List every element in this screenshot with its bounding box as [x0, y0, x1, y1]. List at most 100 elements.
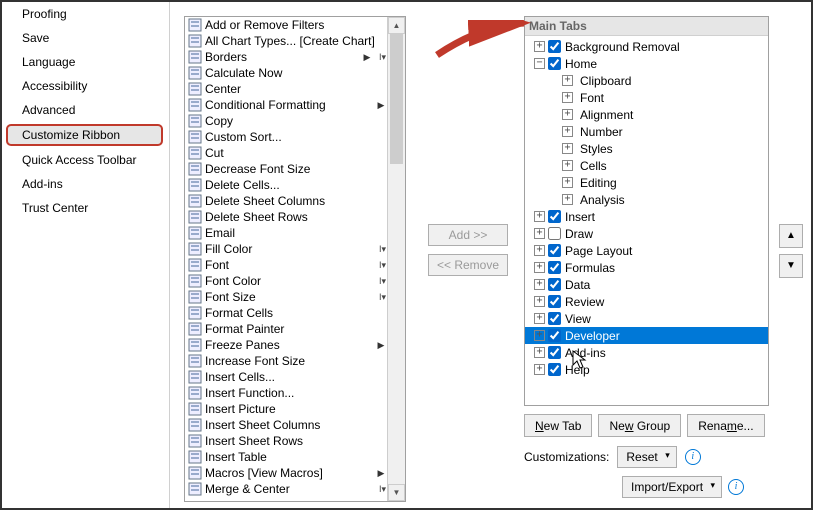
expand-toggle-icon[interactable]: + — [562, 160, 573, 171]
expand-toggle-icon[interactable]: − — [534, 58, 545, 69]
tab-checkbox[interactable] — [548, 346, 561, 359]
command-item[interactable]: Delete Sheet Rows — [185, 209, 388, 225]
expand-toggle-icon[interactable]: + — [562, 143, 573, 154]
expand-toggle-icon[interactable]: + — [562, 75, 573, 86]
scroll-down-button[interactable]: ▼ — [388, 484, 405, 501]
tab-checkbox[interactable] — [548, 278, 561, 291]
expand-toggle-icon[interactable]: + — [562, 109, 573, 120]
nav-item-quick-access-toolbar[interactable]: Quick Access Toolbar — [4, 148, 167, 172]
tab-checkbox[interactable] — [548, 227, 561, 240]
command-item[interactable]: Merge & CenterI▾ — [185, 481, 388, 497]
tab-checkbox[interactable] — [548, 244, 561, 257]
nav-item-customize-ribbon[interactable]: Customize Ribbon — [6, 124, 163, 146]
expand-toggle-icon[interactable]: + — [534, 279, 545, 290]
command-item[interactable]: All Chart Types... [Create Chart] — [185, 33, 388, 49]
command-item[interactable]: Insert Picture — [185, 401, 388, 417]
tree-item-developer[interactable]: +Developer — [525, 327, 768, 344]
nav-item-accessibility[interactable]: Accessibility — [4, 74, 167, 98]
add-button[interactable]: Add >> — [428, 224, 508, 246]
expand-toggle-icon[interactable]: + — [534, 313, 545, 324]
expand-toggle-icon[interactable]: + — [534, 211, 545, 222]
tree-item-number[interactable]: +Number — [525, 123, 768, 140]
move-down-button[interactable]: ▼ — [779, 254, 803, 278]
command-item[interactable]: Conditional Formatting▶ — [185, 97, 388, 113]
tab-checkbox[interactable] — [548, 40, 561, 53]
tree-item-page-layout[interactable]: +Page Layout — [525, 242, 768, 259]
command-item[interactable]: Font SizeI▾ — [185, 289, 388, 305]
tree-item-review[interactable]: +Review — [525, 293, 768, 310]
nav-item-language[interactable]: Language — [4, 50, 167, 74]
new-tab-button[interactable]: New Tab — [524, 414, 592, 437]
info-icon[interactable]: i — [685, 449, 701, 465]
remove-button[interactable]: << Remove — [428, 254, 508, 276]
commands-list[interactable]: Add or Remove FiltersAll Chart Types... … — [185, 17, 388, 501]
command-item[interactable]: Decrease Font Size — [185, 161, 388, 177]
command-item[interactable]: Insert Sheet Columns — [185, 417, 388, 433]
expand-toggle-icon[interactable]: + — [562, 126, 573, 137]
expand-toggle-icon[interactable]: + — [534, 364, 545, 375]
command-item[interactable]: Copy — [185, 113, 388, 129]
expand-toggle-icon[interactable]: + — [534, 41, 545, 52]
nav-item-trust-center[interactable]: Trust Center — [4, 196, 167, 220]
tree-item-draw[interactable]: +Draw — [525, 225, 768, 242]
tree-item-editing[interactable]: +Editing — [525, 174, 768, 191]
command-item[interactable]: Format Painter — [185, 321, 388, 337]
expand-toggle-icon[interactable]: + — [534, 330, 545, 341]
command-item[interactable]: FontI▾ — [185, 257, 388, 273]
tree-item-home[interactable]: −Home — [525, 55, 768, 72]
command-item[interactable]: Center — [185, 81, 388, 97]
rename-button[interactable]: Rename... — [687, 414, 764, 437]
import-export-dropdown[interactable]: Import/Export — [622, 476, 722, 498]
tree-item-add-ins[interactable]: +Add-ins — [525, 344, 768, 361]
tab-checkbox[interactable] — [548, 261, 561, 274]
tab-checkbox[interactable] — [548, 295, 561, 308]
main-tabs-tree[interactable]: +Background Removal−Home+Clipboard+Font+… — [525, 36, 768, 380]
command-item[interactable]: Macros [View Macros]▶ — [185, 465, 388, 481]
nav-item-add-ins[interactable]: Add-ins — [4, 172, 167, 196]
commands-scrollbar[interactable]: ▲ ▼ — [387, 17, 405, 501]
command-item[interactable]: Add or Remove Filters — [185, 17, 388, 33]
command-item[interactable]: Calculate Now — [185, 65, 388, 81]
command-item[interactable]: Insert Table — [185, 449, 388, 465]
expand-toggle-icon[interactable]: + — [562, 177, 573, 188]
command-item[interactable]: Borders▶I▾ — [185, 49, 388, 65]
command-item[interactable]: Insert Cells... — [185, 369, 388, 385]
tree-item-data[interactable]: +Data — [525, 276, 768, 293]
reset-dropdown[interactable]: Reset — [617, 446, 676, 468]
scroll-up-button[interactable]: ▲ — [388, 17, 405, 34]
command-item[interactable]: Delete Cells... — [185, 177, 388, 193]
command-item[interactable]: Font ColorI▾ — [185, 273, 388, 289]
tab-checkbox[interactable] — [548, 363, 561, 376]
expand-toggle-icon[interactable]: + — [534, 296, 545, 307]
info-icon[interactable]: i — [728, 479, 744, 495]
expand-toggle-icon[interactable]: + — [534, 245, 545, 256]
tree-item-background-removal[interactable]: +Background Removal — [525, 38, 768, 55]
command-item[interactable]: Cut — [185, 145, 388, 161]
tab-checkbox[interactable] — [548, 312, 561, 325]
expand-toggle-icon[interactable]: + — [534, 228, 545, 239]
move-up-button[interactable]: ▲ — [779, 224, 803, 248]
command-item[interactable]: Increase Font Size — [185, 353, 388, 369]
command-item[interactable]: Email — [185, 225, 388, 241]
command-item[interactable]: Custom Sort... — [185, 129, 388, 145]
tree-item-styles[interactable]: +Styles — [525, 140, 768, 157]
expand-toggle-icon[interactable]: + — [534, 347, 545, 358]
tab-checkbox[interactable] — [548, 329, 561, 342]
tree-item-insert[interactable]: +Insert — [525, 208, 768, 225]
command-item[interactable]: Insert Function... — [185, 385, 388, 401]
command-item[interactable]: Freeze Panes▶ — [185, 337, 388, 353]
expand-toggle-icon[interactable]: + — [562, 92, 573, 103]
tree-item-view[interactable]: +View — [525, 310, 768, 327]
tree-item-font[interactable]: +Font — [525, 89, 768, 106]
command-item[interactable]: Delete Sheet Columns — [185, 193, 388, 209]
command-item[interactable]: Insert Sheet Rows — [185, 433, 388, 449]
command-item[interactable]: Fill ColorI▾ — [185, 241, 388, 257]
tree-item-clipboard[interactable]: +Clipboard — [525, 72, 768, 89]
tree-item-analysis[interactable]: +Analysis — [525, 191, 768, 208]
expand-toggle-icon[interactable]: + — [562, 194, 573, 205]
new-group-button[interactable]: New Group — [598, 414, 681, 437]
tree-item-formulas[interactable]: +Formulas — [525, 259, 768, 276]
tab-checkbox[interactable] — [548, 57, 561, 70]
scroll-thumb[interactable] — [390, 34, 403, 164]
tree-item-help[interactable]: +Help — [525, 361, 768, 378]
